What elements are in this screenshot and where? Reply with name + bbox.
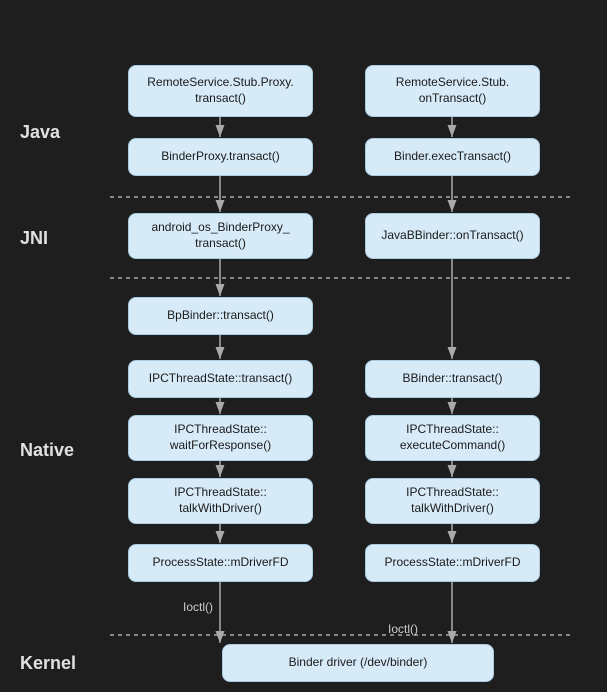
box-bpbinder-transact: BpBinder::transact() <box>128 297 313 335</box>
box-processstate-right: ProcessState::mDriverFD <box>365 544 540 582</box>
label-ioctl-right: Ioctl() <box>388 622 418 636</box>
box-ipcthread-execute: IPCThreadState:: executeCommand() <box>365 415 540 461</box>
native-layer-label: Native <box>20 440 74 461</box>
box-processstate-left: ProcessState::mDriverFD <box>128 544 313 582</box>
box-remote-stub-proxy: RemoteService.Stub.Proxy. transact() <box>128 65 313 117</box>
label-ioctl-left: Ioctl() <box>183 600 213 614</box>
kernel-layer-label: Kernel <box>20 653 76 674</box>
box-binder-proxy-transact: BinderProxy.transact() <box>128 138 313 176</box>
diagram: Java JNI Native Kernel <box>0 0 607 692</box>
box-remote-stub-on: RemoteService.Stub. onTransact() <box>365 65 540 117</box>
box-android-os-binder: android_os_BinderProxy_ transact() <box>128 213 313 259</box>
jni-layer-label: JNI <box>20 228 48 249</box>
box-ipcthread-transact: IPCThreadState::transact() <box>128 360 313 398</box>
box-binder-exec: Binder.execTransact() <box>365 138 540 176</box>
java-layer-label: Java <box>20 122 60 143</box>
box-ipcthread-talk-right: IPCThreadState:: talkWithDriver() <box>365 478 540 524</box>
box-javabbinder: JavaBBinder::onTransact() <box>365 213 540 259</box>
box-bbinder-transact: BBinder::transact() <box>365 360 540 398</box>
box-ipcthread-talk-left: IPCThreadState:: talkWithDriver() <box>128 478 313 524</box>
box-ipcthread-wait: IPCThreadState:: waitForResponse() <box>128 415 313 461</box>
box-binder-driver: Binder driver (/dev/binder) <box>222 644 494 682</box>
